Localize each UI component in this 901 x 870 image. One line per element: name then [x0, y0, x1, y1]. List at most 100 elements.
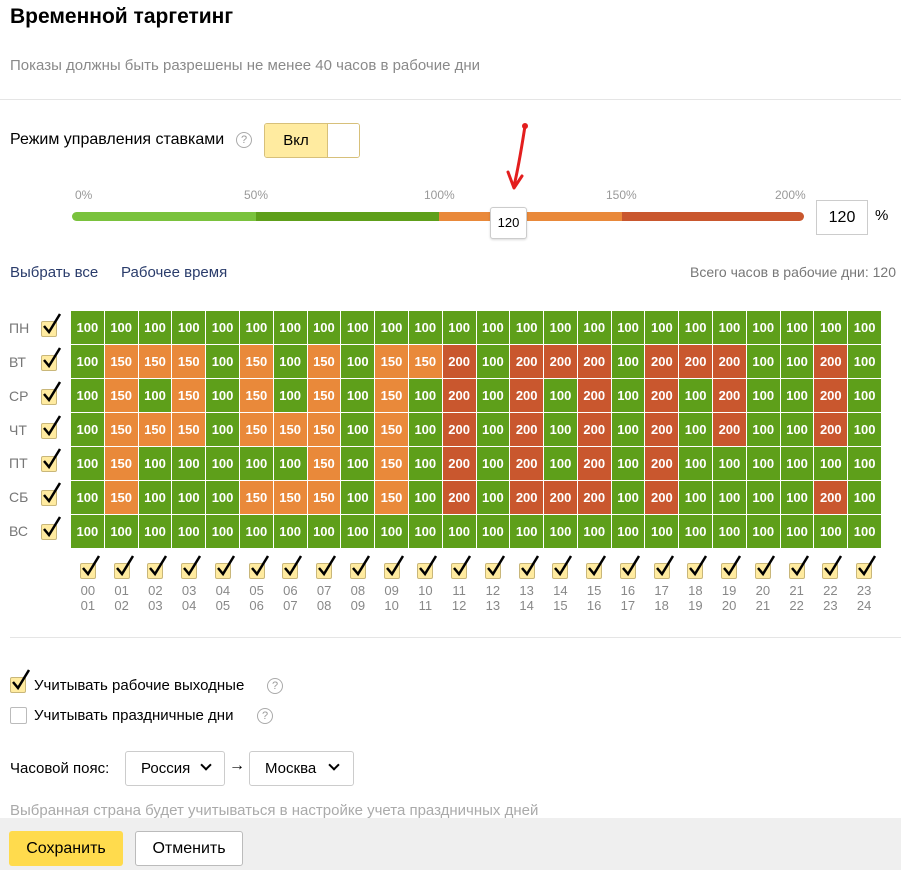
country-select[interactable]: Россия	[125, 751, 225, 786]
hour-checkbox[interactable]	[754, 555, 775, 579]
schedule-cell[interactable]: 100	[510, 515, 544, 548]
schedule-cell[interactable]: 200	[442, 413, 476, 446]
schedule-cell[interactable]: 100	[611, 413, 645, 446]
schedule-cell[interactable]: 200	[442, 345, 476, 378]
schedule-cell[interactable]: 150	[408, 345, 442, 378]
hour-checkbox[interactable]	[113, 555, 134, 579]
schedule-cell[interactable]: 100	[273, 447, 307, 480]
schedule-cell[interactable]: 150	[375, 379, 408, 412]
schedule-cell[interactable]: 100	[780, 311, 814, 344]
hour-checkbox[interactable]	[316, 555, 337, 579]
schedule-cell[interactable]: 200	[645, 379, 679, 412]
schedule-cell[interactable]: 150	[239, 345, 273, 378]
schedule-cell[interactable]: 150	[273, 413, 307, 446]
schedule-cell[interactable]: 100	[476, 311, 510, 344]
slider-track-segment[interactable]	[622, 212, 804, 221]
slider-track-segment[interactable]	[439, 212, 622, 221]
schedule-cell[interactable]: 100	[780, 379, 814, 412]
schedule-cell[interactable]: 100	[273, 515, 307, 548]
schedule-cell[interactable]: 100	[341, 481, 375, 514]
hour-checkbox[interactable]	[79, 555, 100, 579]
schedule-cell[interactable]: 200	[442, 447, 476, 480]
schedule-cell[interactable]: 150	[307, 413, 341, 446]
schedule-cell[interactable]: 100	[375, 311, 408, 344]
schedule-cell[interactable]: 100	[408, 481, 442, 514]
city-select[interactable]: Москва	[249, 751, 354, 786]
schedule-cell[interactable]: 100	[138, 481, 172, 514]
schedule-cell[interactable]: 100	[408, 311, 442, 344]
schedule-cell[interactable]: 150	[375, 345, 408, 378]
schedule-cell[interactable]: 100	[746, 311, 780, 344]
schedule-cell[interactable]: 100	[780, 481, 814, 514]
schedule-cell[interactable]: 200	[814, 345, 848, 378]
hour-checkbox[interactable]	[856, 555, 877, 579]
schedule-cell[interactable]: 100	[611, 481, 645, 514]
schedule-cell[interactable]: 200	[577, 481, 611, 514]
schedule-cell[interactable]: 100	[71, 311, 104, 344]
day-checkbox[interactable]	[41, 414, 62, 439]
schedule-cell[interactable]: 100	[341, 311, 375, 344]
schedule-cell[interactable]: 200	[510, 379, 544, 412]
schedule-cell[interactable]: 200	[510, 345, 544, 378]
schedule-cell[interactable]: 100	[307, 515, 341, 548]
schedule-cell[interactable]: 100	[848, 515, 881, 548]
schedule-cell[interactable]: 100	[206, 379, 239, 412]
day-checkbox[interactable]	[41, 482, 62, 507]
schedule-cell[interactable]: 100	[848, 311, 881, 344]
schedule-cell[interactable]: 200	[577, 379, 611, 412]
slider-track-segment[interactable]	[256, 212, 439, 221]
schedule-cell[interactable]: 100	[746, 379, 780, 412]
schedule-cell[interactable]: 100	[476, 379, 510, 412]
hour-checkbox[interactable]	[586, 555, 607, 579]
hour-checkbox[interactable]	[282, 555, 303, 579]
schedule-cell[interactable]: 200	[713, 379, 746, 412]
schedule-cell[interactable]: 100	[341, 447, 375, 480]
schedule-cell[interactable]: 200	[645, 447, 679, 480]
schedule-cell[interactable]: 100	[172, 481, 206, 514]
hour-checkbox[interactable]	[721, 555, 742, 579]
schedule-cell[interactable]: 100	[713, 447, 746, 480]
schedule-cell[interactable]: 100	[206, 311, 239, 344]
schedule-cell[interactable]: 100	[645, 515, 679, 548]
hour-checkbox[interactable]	[484, 555, 505, 579]
schedule-cell[interactable]: 100	[375, 515, 408, 548]
hour-checkbox[interactable]	[552, 555, 573, 579]
schedule-cell[interactable]: 100	[71, 413, 104, 446]
schedule-cell[interactable]: 100	[138, 515, 172, 548]
schedule-cell[interactable]: 100	[713, 515, 746, 548]
schedule-cell[interactable]: 200	[510, 481, 544, 514]
schedule-cell[interactable]: 100	[408, 413, 442, 446]
schedule-cell[interactable]: 200	[645, 345, 679, 378]
schedule-cell[interactable]: 100	[273, 311, 307, 344]
schedule-cell[interactable]: 100	[713, 481, 746, 514]
working-weekends-checkbox[interactable]	[10, 669, 31, 693]
schedule-cell[interactable]: 100	[611, 447, 645, 480]
schedule-cell[interactable]: 150	[104, 481, 138, 514]
schedule-cell[interactable]: 200	[645, 481, 679, 514]
schedule-cell[interactable]: 100	[307, 311, 341, 344]
schedule-cell[interactable]: 100	[408, 515, 442, 548]
schedule-cell[interactable]: 100	[713, 311, 746, 344]
hour-checkbox[interactable]	[822, 555, 843, 579]
schedule-cell[interactable]: 200	[814, 413, 848, 446]
schedule-cell[interactable]: 100	[544, 379, 577, 412]
day-checkbox[interactable]	[41, 381, 62, 405]
slider-handle[interactable]: 120	[490, 207, 527, 239]
schedule-cell[interactable]: 100	[341, 413, 375, 446]
schedule-cell[interactable]: 100	[679, 447, 713, 480]
schedule-cell[interactable]: 100	[848, 379, 881, 412]
schedule-cell[interactable]: 100	[104, 311, 138, 344]
schedule-cell[interactable]: 100	[746, 345, 780, 378]
schedule-cell[interactable]: 100	[848, 345, 881, 378]
schedule-cell[interactable]: 100	[239, 311, 273, 344]
schedule-cell[interactable]: 100	[814, 447, 848, 480]
schedule-cell[interactable]: 100	[71, 345, 104, 378]
schedule-cell[interactable]: 150	[273, 481, 307, 514]
schedule-cell[interactable]: 100	[848, 413, 881, 446]
schedule-cell[interactable]: 100	[104, 515, 138, 548]
schedule-cell[interactable]: 100	[611, 515, 645, 548]
schedule-cell[interactable]: 100	[679, 379, 713, 412]
schedule-cell[interactable]: 150	[104, 447, 138, 480]
schedule-cell[interactable]: 100	[408, 447, 442, 480]
schedule-cell[interactable]: 150	[172, 413, 206, 446]
